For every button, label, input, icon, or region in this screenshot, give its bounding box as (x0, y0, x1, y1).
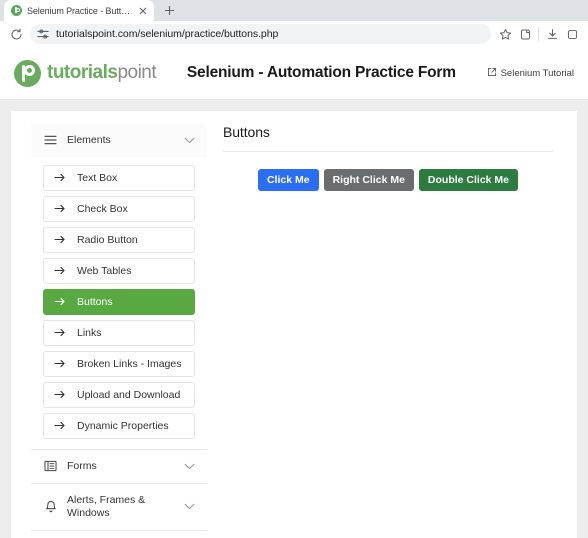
selenium-tutorial-label: Selenium Tutorial (500, 67, 574, 79)
tune-icon[interactable] (36, 27, 50, 41)
main-content: Buttons Click Me Right Click Me Double C… (207, 124, 577, 192)
content-card: Elements Text Box Check Box Radio Button… (11, 110, 577, 538)
arrow-right-icon (54, 204, 66, 213)
sidebar-item-label: Links (77, 326, 102, 339)
url-text: tutorialspoint.com/selenium/practice/but… (56, 28, 279, 41)
browser-toolbar: tutorialspoint.com/selenium/practice/but… (0, 21, 588, 48)
tutorialspoint-logo[interactable]: tutorialspoint (14, 59, 157, 87)
sidebar-group-elements: Elements Text Box Check Box Radio Button… (31, 123, 207, 450)
sidebar-item-check-box[interactable]: Check Box (43, 195, 195, 222)
arrow-right-icon (54, 359, 66, 368)
double-click-me-button[interactable]: Double Click Me (418, 168, 519, 192)
arrow-right-icon (54, 328, 66, 337)
share-icon[interactable] (515, 24, 535, 44)
sidebar-group-forms: Forms (31, 449, 207, 484)
tutorialspoint-favicon-icon (11, 5, 22, 16)
chevron-down-icon[interactable] (184, 137, 195, 144)
sidebar-group-label: Alerts, Frames & Windows (67, 493, 146, 519)
button-row: Click Me Right Click Me Double Click Me (223, 152, 553, 192)
sidebar-item-dynamic-properties[interactable]: Dynamic Properties (43, 412, 195, 439)
sidebar-item-web-tables[interactable]: Web Tables (43, 257, 195, 284)
external-link-icon (487, 67, 497, 80)
sidebar-item-label: Radio Button (77, 233, 138, 246)
logo-wordmark: tutorialspoint (47, 62, 157, 84)
address-bar[interactable]: tutorialspoint.com/selenium/practice/but… (30, 24, 491, 45)
sidebar-items-elements: Text Box Check Box Radio Button Web Tabl… (31, 157, 207, 449)
sidebar-item-label: Buttons (77, 295, 113, 308)
arrow-right-icon (54, 421, 66, 430)
logo-thin-text: point (117, 62, 157, 84)
arrow-right-icon (54, 173, 66, 182)
browser-window: Selenium Practice - Buttons tutorialspoi… (0, 0, 588, 538)
sidebar-item-label: Dynamic Properties (77, 419, 169, 432)
page-body: Elements Text Box Check Box Radio Button… (0, 99, 588, 538)
browser-tab[interactable]: Selenium Practice - Buttons (4, 0, 154, 21)
sidebar-group-widgets: Widgets (31, 531, 207, 538)
bookmark-star-icon[interactable] (495, 24, 515, 44)
sidebar-group-header-widgets[interactable]: Widgets (31, 531, 207, 538)
sidebar-item-label: Upload and Download (77, 388, 181, 401)
site-header: tutorialspoint Selenium - Automation Pra… (0, 47, 588, 100)
tab-strip: Selenium Practice - Buttons (0, 0, 588, 21)
section-heading: Buttons (223, 124, 553, 152)
click-me-button[interactable]: Click Me (257, 168, 319, 192)
sidebar-group-label: Forms (67, 459, 97, 472)
tab-title: Selenium Practice - Buttons (27, 5, 132, 16)
arrow-right-icon (54, 390, 66, 399)
sidebar-item-broken-links-images[interactable]: Broken Links - Images (43, 350, 195, 377)
sidebar: Elements Text Box Check Box Radio Button… (31, 123, 207, 538)
hamburger-icon (43, 135, 58, 145)
sidebar-item-label: Check Box (77, 202, 128, 215)
sidebar-group-header-alerts[interactable]: Alerts, Frames & Windows (31, 483, 207, 531)
page-viewport: tutorialspoint Selenium - Automation Pra… (0, 47, 588, 538)
sidebar-group-header-elements[interactable]: Elements (31, 123, 207, 157)
right-click-me-button[interactable]: Right Click Me (323, 168, 414, 192)
sidebar-item-links[interactable]: Links (43, 319, 195, 346)
tutorialspoint-logo-icon (14, 59, 41, 87)
forms-icon (43, 460, 58, 472)
arrow-right-icon (54, 266, 66, 275)
sidebar-item-radio-button[interactable]: Radio Button (43, 226, 195, 253)
page-title: Selenium - Automation Practice Form (186, 64, 456, 82)
reload-icon[interactable] (6, 24, 26, 44)
extensions-icon[interactable] (562, 24, 582, 44)
sidebar-item-text-box[interactable]: Text Box (43, 164, 195, 191)
chevron-down-icon[interactable] (184, 503, 195, 510)
arrow-right-icon (54, 235, 66, 244)
sidebar-item-buttons[interactable]: Buttons (43, 288, 195, 315)
sidebar-item-label: Web Tables (77, 264, 132, 277)
sidebar-group-label: Elements (67, 133, 111, 146)
sidebar-item-upload-and-download[interactable]: Upload and Download (43, 381, 195, 408)
chevron-down-icon[interactable] (184, 463, 195, 470)
toolbar-divider (538, 27, 539, 42)
sidebar-item-label: Broken Links - Images (77, 357, 182, 370)
arrow-right-icon (54, 297, 66, 306)
bell-icon (43, 500, 58, 514)
close-icon[interactable] (136, 4, 149, 17)
logo-bold-text: tutorials (47, 62, 118, 84)
downloads-icon[interactable] (542, 24, 562, 44)
selenium-tutorial-link[interactable]: Selenium Tutorial (487, 67, 574, 80)
sidebar-group-header-forms[interactable]: Forms (31, 449, 207, 483)
new-tab-button[interactable] (158, 0, 180, 21)
sidebar-group-alerts-frames-windows: Alerts, Frames & Windows (31, 483, 207, 532)
sidebar-item-label: Text Box (77, 171, 118, 184)
